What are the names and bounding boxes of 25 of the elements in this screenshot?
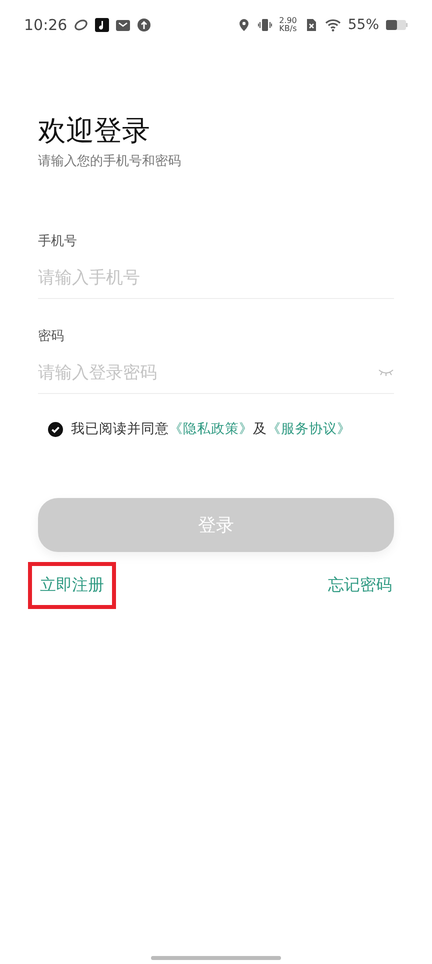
leaf-icon [74,18,88,32]
policy-link[interactable]: 《服务协议》 [267,421,351,437]
status-time: 10:26 [24,16,68,34]
field-label: 手机号 [38,233,78,250]
closed-eye-icon [378,368,394,378]
input-field[interactable]: 请输入手机号 [38,264,394,292]
page-title: 欢迎登录 [38,114,151,148]
location-icon [237,18,252,32]
checkbox[interactable] [48,422,63,436]
network-speed-unit: KB/s [279,25,297,33]
vibrate-icon [258,18,272,32]
upload-icon [137,18,152,32]
policy-link[interactable]: 《隐私政策》 [169,421,253,437]
page-subtitle: 请输入您的手机号和密码 [38,153,182,170]
battery-icon [386,18,408,32]
text-link[interactable]: 立即注册 [28,562,116,609]
text-link[interactable]: 忘记密码 [316,562,404,609]
agreement-text: 我已阅读并同意《隐私政策》及《服务协议》 [71,420,351,438]
wifi-icon [324,18,341,32]
field-label: 密码 [38,328,65,345]
music-note-icon [95,18,110,32]
network-speed: 2.90 [279,17,297,25]
input-field[interactable]: 请输入登录密码 [38,359,378,387]
battery-percent: 55% [348,17,379,33]
mail-icon [116,18,130,32]
